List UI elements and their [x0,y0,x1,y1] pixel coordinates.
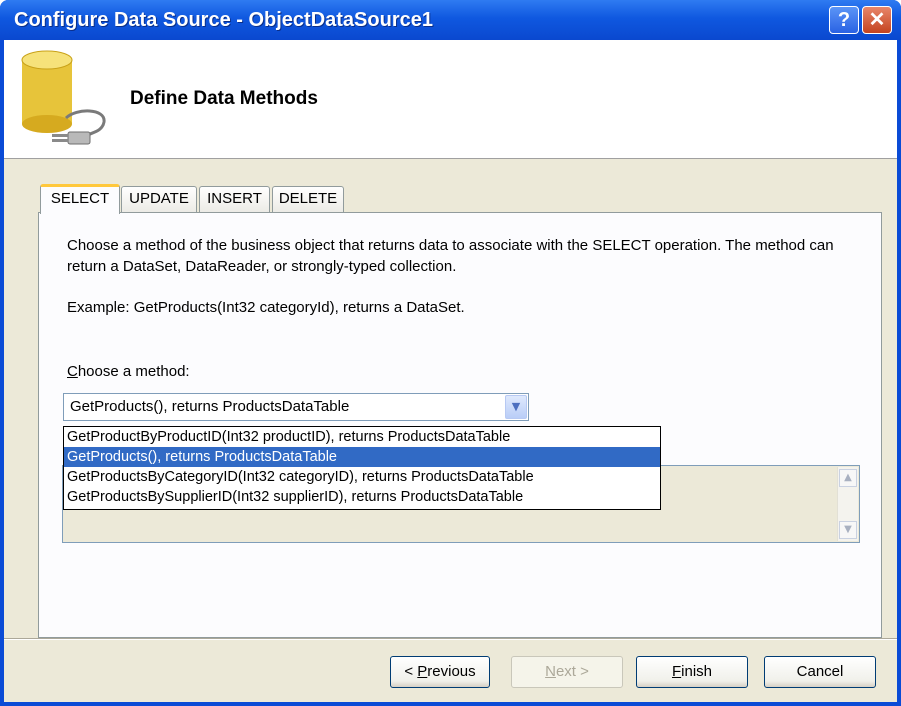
dropdown-option[interactable]: GetProductByProductID(Int32 productID), … [64,427,660,447]
footer-separator [4,638,897,640]
select-tab-panel: Choose a method of the business object t… [38,212,882,638]
label-text: hoose a method: [77,363,190,380]
finish-button[interactable]: Finish [636,656,748,688]
previous-button[interactable]: < Previous [390,656,490,688]
dropdown-option[interactable]: GetProductsByCategoryID(Int32 categoryID… [64,467,660,487]
tab-select[interactable]: SELECT [40,184,120,214]
title-bar[interactable]: Configure Data Source - ObjectDataSource… [0,0,901,40]
method-description: Choose a method of the business object t… [67,237,834,275]
access-key: P [417,663,428,680]
tab-label: DELETE [278,190,338,207]
page-title: Define Data Methods [130,88,318,109]
tab-label: UPDATE [129,190,189,207]
wizard-header: Define Data Methods [4,40,897,159]
button-text: inish [681,663,713,680]
access-key: F [671,663,682,680]
dropdown-option-selected[interactable]: GetProducts(), returns ProductsDataTable [64,447,660,467]
tab-insert[interactable]: INSERT [199,186,270,212]
button-text: revious [427,663,476,680]
help-icon: ? [837,9,851,31]
tab-delete[interactable]: DELETE [272,186,344,212]
button-text: ext > [555,663,589,680]
dialog-body: Define Data Methods SELECT UPDATE INSERT… [4,40,897,702]
tab-label: INSERT [207,190,262,207]
button-text: < [404,663,418,680]
choose-method-label: Choose a method: [67,363,190,380]
tab-label: SELECT [50,190,110,207]
method-example: Example: GetProducts(Int32 categoryId), … [67,299,465,316]
access-key: C [67,363,78,380]
close-icon: ✕ [868,9,886,31]
configure-data-source-dialog: Configure Data Source - ObjectDataSource… [0,0,901,706]
chevron-down-icon[interactable]: ▼ [505,395,527,419]
window-title: Configure Data Source - ObjectDataSource… [14,9,433,31]
close-button[interactable]: ✕ [862,6,892,34]
database-plug-icon [21,50,106,145]
vertical-scrollbar[interactable]: ▲ ▼ [837,467,858,541]
access-key: N [545,663,556,680]
next-button[interactable]: Next > [511,656,623,688]
help-button[interactable]: ? [829,6,859,34]
scroll-down-icon[interactable]: ▼ [839,521,857,539]
combobox-value: GetProducts(), returns ProductsDataTable [70,398,350,415]
scroll-up-icon[interactable]: ▲ [839,469,857,487]
tab-update[interactable]: UPDATE [121,186,197,212]
method-dropdown-list[interactable]: GetProductByProductID(Int32 productID), … [63,426,661,510]
cancel-button[interactable]: Cancel [764,656,876,688]
method-combobox[interactable]: GetProducts(), returns ProductsDataTable… [63,393,529,421]
dropdown-option[interactable]: GetProductsBySupplierID(Int32 supplierID… [64,487,660,507]
